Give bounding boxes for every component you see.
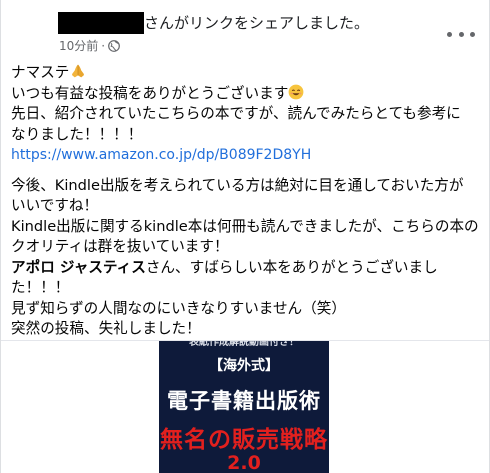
globe-icon[interactable] <box>108 40 121 52</box>
smiling-face-icon <box>288 84 304 99</box>
post-line: た！！！ <box>11 279 70 296</box>
post-line: いいですね！ <box>11 197 99 214</box>
post-line: いつも有益な投稿をありがとうございます <box>11 84 483 105</box>
more-dot <box>458 31 464 37</box>
post-body: ナマステ いつも有益な投稿をありがとうございます 先日、紹介されていたこちらの本… <box>11 63 483 340</box>
cover-top-text: 表紙作成解説動画付き！ <box>189 341 299 348</box>
more-options-icon[interactable] <box>447 24 475 44</box>
cover-red-title: 無名の販売戦略 <box>160 427 328 453</box>
meta-separator: · <box>101 39 106 53</box>
post-line: 先日、紹介されていたこちらの本ですが、読んでみたらとても参考に <box>11 105 461 122</box>
cover-subtitle: 【海外式】 <box>209 358 279 374</box>
share-notice: さんがリンクをシェアしました。 <box>144 14 370 32</box>
more-dot <box>447 31 452 37</box>
cover-version: 2.0 <box>227 452 261 473</box>
facebook-post: さんがリンクをシェアしました。 10分前 · ナマステ いつも有益な投稿をありが… <box>0 0 490 473</box>
redacted-user-name <box>58 12 144 34</box>
post-line: クオリティは群を抜いています！ <box>11 238 229 255</box>
cover-title: 電子書籍出版術 <box>167 389 321 413</box>
book-cover-image[interactable]: 表紙作成解説動画付き！ 【海外式】 電子書籍出版術 無名の販売戦略 2.0 <box>159 341 329 473</box>
post-line: アポロ ジャスティスさん、すばらしい本をありがとうございまし <box>11 258 483 279</box>
post-line: 見ず知らずの人間なのにいきなりすいません（笑） <box>11 299 346 317</box>
post-line: なりました！！！！ <box>11 125 143 143</box>
amazon-link[interactable]: https://www.amazon.co.jp/dp/B089F2D8YH <box>11 147 311 163</box>
post-line: ナマステ <box>11 63 483 84</box>
post-line: Kindle出版に関するkindle本は何冊も読んできましたが、こちらの本の <box>11 217 479 235</box>
post-header: さんがリンクをシェアしました。 10分前 · <box>1 0 489 60</box>
thanks-text: いつも有益な投稿をありがとうございます <box>11 84 289 102</box>
greeting-text: ナマステ <box>11 64 70 81</box>
post-line: https://www.amazon.co.jp/dp/B089F2D8YH <box>11 145 483 166</box>
post-meta: 10分前 · <box>59 38 121 54</box>
author-mention[interactable]: アポロ ジャスティス <box>11 259 146 276</box>
folded-hands-icon <box>72 64 85 78</box>
thanks-line: さん、すばらしい本をありがとうございまし <box>145 258 438 276</box>
post-line: 突然の投稿、失礼しました！ <box>11 320 201 337</box>
post-line: 今後、Kindle出版を考えられている方は絶対に目を通しておいた方が <box>11 176 464 194</box>
more-dot <box>470 31 475 37</box>
link-preview[interactable]: 表紙作成解説動画付き！ 【海外式】 電子書籍出版術 無名の販売戦略 2.0 <box>1 341 489 473</box>
post-timestamp[interactable]: 10分前 <box>59 38 98 54</box>
